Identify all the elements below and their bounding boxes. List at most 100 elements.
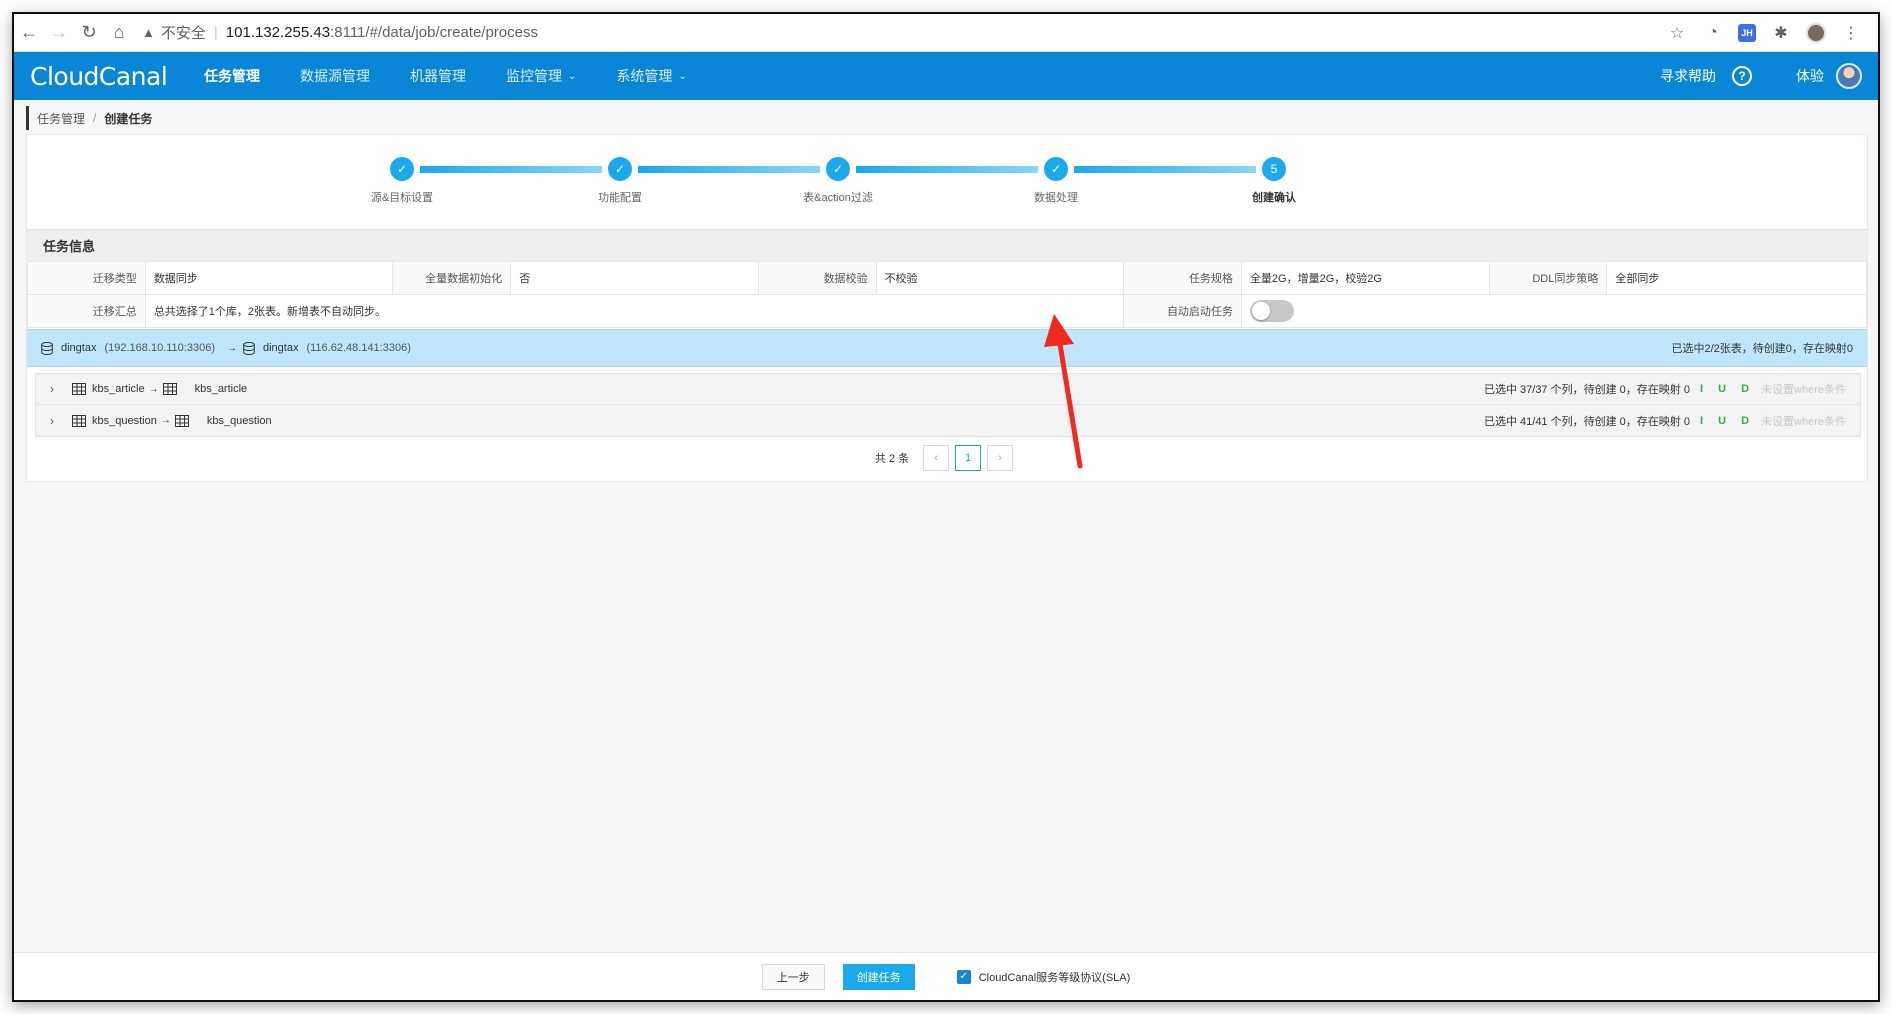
menu-task-management[interactable]: 任务管理 (184, 52, 280, 100)
source-table-name: kbs_question (92, 414, 157, 427)
source-db-address: (192.168.10.110:3306) (104, 342, 215, 354)
browser-toolbar: ← → ↻ ⌂ ▲ 不安全 | 101.132.255.43:8111/#/da… (14, 14, 1878, 52)
info-value: 数据同步 (144, 261, 394, 295)
browser-actions: ☆ ◔ JH ✱ ⋮ (1666, 22, 1878, 44)
source-db-name: dingtax (61, 342, 97, 354)
table-icon (72, 414, 86, 427)
info-value: 全部同步 (1606, 261, 1867, 295)
table-icon (72, 383, 86, 395)
sla-checkbox[interactable]: ✓ (956, 969, 971, 984)
sla-label[interactable]: CloudCanal服务等级协议(SLA) (979, 969, 1131, 985)
breadcrumb-current: 创建任务 (104, 111, 153, 126)
step-label-current: 创建确认 (1252, 192, 1296, 204)
bookmark-star-icon[interactable]: ☆ (1666, 22, 1688, 44)
reload-icon[interactable]: ↻ (74, 18, 104, 48)
menu-label: 机器管理 (410, 68, 466, 84)
header-right: 寻求帮助 ? 体验 (1660, 63, 1878, 89)
info-label: 迁移汇总 (27, 294, 146, 328)
info-row: 迁移汇总 总共选择了1个库，2张表。新增表不自动同步。 自动启动任务 (27, 294, 1868, 328)
breadcrumb-parent[interactable]: 任务管理 (37, 110, 85, 127)
iud-actions[interactable]: I U D (1700, 383, 1755, 395)
where-condition-link[interactable]: 未设置where条件 (1761, 381, 1846, 397)
menu-datasource-management[interactable]: 数据源管理 (280, 52, 390, 100)
step-connector (420, 166, 602, 173)
table-column-stats: 已选中 41/41 个列，待创建 0，存在映射 0 (1483, 415, 1690, 428)
database-icon (41, 341, 53, 355)
extension-circle-icon[interactable]: ◔ (1702, 22, 1724, 44)
info-label: DDL同步策略 (1488, 261, 1608, 295)
mapping-arrow: → (148, 383, 159, 395)
address-bar[interactable]: ▲ 不安全 | 101.132.255.43:8111/#/data/job/c… (142, 18, 1666, 48)
menu-monitor-management[interactable]: 监控管理 ⌄ (486, 52, 596, 100)
footer-action-bar: 上一步 创建任务 ✓ CloudCanal服务等级协议(SLA) (14, 952, 1878, 1000)
info-label: 全量数据初始化 (392, 261, 512, 295)
chevron-right-icon[interactable]: › (50, 414, 70, 428)
progress-steps: ✓ ✓ ✓ ✓ 5 源&目标设置 功能配置 表&action过滤 数据处理 创建… (27, 135, 1867, 227)
step-2-check-icon: ✓ (608, 157, 632, 181)
table-column-stats: 已选中 37/37 个列，待创建 0，存在映射 0 (1483, 384, 1690, 396)
summary-value: 总共选择了1个库，2张表。新增表不自动同步。 (144, 294, 1125, 328)
main-menu: 任务管理 数据源管理 机器管理 监控管理 ⌄ 系统管理 ⌄ (184, 52, 707, 100)
app-logo[interactable]: CloudCanal (14, 62, 184, 91)
more-vertical-icon[interactable]: ⋮ (1840, 22, 1862, 44)
step-connector (1074, 166, 1256, 173)
database-icon (243, 341, 255, 355)
table-icon (162, 383, 177, 395)
mapping-arrow: → (160, 415, 171, 426)
user-name[interactable]: 体验 (1796, 66, 1824, 86)
menu-label: 监控管理 (506, 68, 562, 84)
iud-actions[interactable]: I U D (1700, 415, 1755, 427)
puzzle-icon[interactable]: ✱ (1770, 22, 1792, 44)
next-page-button[interactable]: › (987, 445, 1014, 471)
url-host: 101.132.255.43 (225, 24, 331, 41)
chevron-down-icon: ⌄ (678, 70, 687, 82)
target-table-name: kbs_question (206, 414, 272, 427)
create-task-card: ✓ ✓ ✓ ✓ 5 源&目标设置 功能配置 表&action过滤 数据处理 创建… (26, 134, 1868, 482)
browser-profile-icon[interactable] (1806, 22, 1826, 43)
target-table-name: kbs_article (194, 383, 248, 395)
menu-label: 数据源管理 (300, 68, 370, 84)
info-label: 任务规格 (1123, 261, 1242, 295)
breadcrumb: 任务管理 / 创建任务 (26, 106, 152, 130)
user-avatar[interactable] (1836, 63, 1862, 89)
app-header: CloudCanal 任务管理 数据源管理 机器管理 监控管理 ⌄ 系统管理 ⌄ 寻… (14, 52, 1878, 100)
insecure-label: 不安全 (160, 25, 206, 42)
target-db-name: dingtax (262, 342, 299, 354)
screenshot-frame: ← → ↻ ⌂ ▲ 不安全 | 101.132.255.43:8111/#/da… (12, 12, 1880, 1002)
db-mapping-row[interactable]: dingtax (192.168.10.110:3306) → dingtax … (27, 329, 1867, 367)
menu-system-management[interactable]: 系统管理 ⌄ (596, 52, 706, 100)
info-label: 迁移类型 (27, 261, 146, 295)
back-icon[interactable]: ← (14, 18, 44, 48)
step-connector (856, 166, 1038, 173)
help-icon[interactable]: ? (1732, 66, 1752, 86)
pagination-total: 共 2 条 (874, 453, 910, 465)
task-info-table: 迁移类型 数据同步 全量数据初始化 否 数据校验 不校验 任务规格 全量2G，增… (27, 261, 1868, 328)
menu-machine-management[interactable]: 机器管理 (390, 52, 486, 100)
info-value: 不校验 (875, 261, 1125, 295)
breadcrumb-separator: / (93, 111, 97, 125)
previous-step-button[interactable]: 上一步 (761, 963, 825, 990)
menu-label: 任务管理 (204, 68, 260, 84)
table-row[interactable]: › kbs_article → kbs_article 已选中 37/37 个列… (36, 374, 1860, 405)
task-info-title: 任务信息 (27, 229, 1867, 261)
step-connector (638, 166, 820, 173)
step-label: 数据处理 (1034, 192, 1078, 204)
create-task-button[interactable]: 创建任务 (842, 963, 915, 990)
table-row[interactable]: › kbs_question → kbs_question 已选中 41/41 … (36, 405, 1860, 436)
help-link[interactable]: 寻求帮助 (1660, 66, 1716, 86)
annotation-arrow-icon (1044, 314, 1083, 469)
info-value: 否 (510, 261, 759, 295)
forward-icon[interactable]: → (44, 18, 74, 48)
auto-start-toggle[interactable] (1249, 300, 1294, 322)
menu-label: 系统管理 (616, 68, 673, 84)
step-label: 功能配置 (598, 192, 642, 204)
mapping-arrow: → (226, 342, 237, 354)
info-label: 数据校验 (757, 261, 877, 295)
chevron-right-icon[interactable]: › (50, 382, 70, 396)
extension-jh-icon[interactable]: JH (1738, 23, 1756, 42)
page-number-button[interactable]: 1 (955, 445, 982, 471)
sla-agreement: ✓ CloudCanal服务等级协议(SLA) (956, 969, 1131, 985)
prev-page-button[interactable]: ‹ (923, 445, 950, 471)
home-icon[interactable]: ⌂ (104, 18, 134, 48)
where-condition-link[interactable]: 未设置where条件 (1761, 413, 1846, 429)
